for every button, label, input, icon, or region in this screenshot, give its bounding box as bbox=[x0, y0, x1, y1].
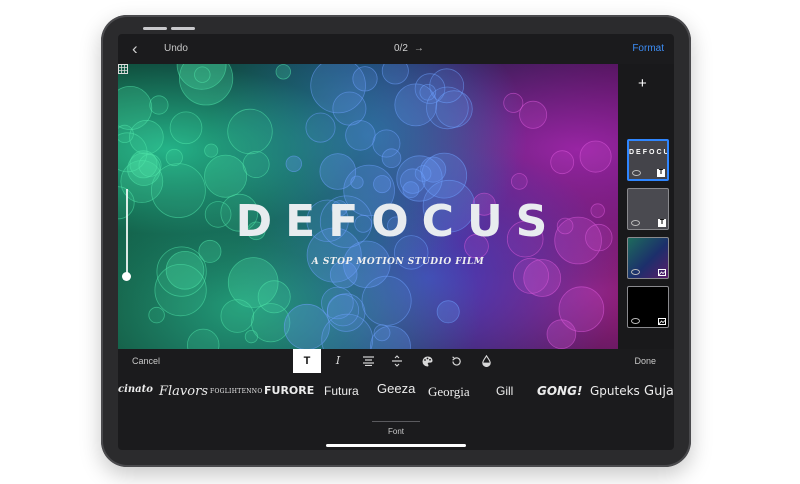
page-indicator: 0/2 → bbox=[394, 43, 424, 54]
font-option-foglihtenno[interactable]: FOGLIHTENNO bbox=[210, 388, 263, 395]
color-tool-button[interactable] bbox=[413, 349, 441, 373]
spacing-tool-button[interactable] bbox=[383, 349, 411, 373]
bokeh-circle bbox=[187, 328, 220, 349]
bokeh-circle bbox=[381, 64, 409, 85]
slide-thumbnail-1[interactable]: DEFOCUS T bbox=[627, 139, 669, 181]
title-text[interactable]: DEFOCUS bbox=[178, 196, 618, 247]
font-option-cinato[interactable]: cinato bbox=[118, 384, 153, 395]
align-center-icon bbox=[362, 356, 374, 367]
app-screen: ‹ Undo 0/2 → Format DEFOCUS A STOP MOTION… bbox=[118, 34, 674, 450]
size-slider-track[interactable] bbox=[126, 189, 128, 279]
bokeh-circle bbox=[503, 92, 524, 113]
bokeh-circle bbox=[275, 64, 292, 80]
device-button bbox=[171, 27, 195, 30]
text-type-icon: T bbox=[658, 219, 666, 227]
bokeh-circle bbox=[519, 100, 548, 129]
top-bar: ‹ Undo 0/2 → Format bbox=[118, 34, 674, 64]
add-slide-button[interactable]: + bbox=[638, 76, 647, 91]
font-option-guja[interactable]: Guja bbox=[644, 384, 674, 399]
bokeh-circle bbox=[326, 294, 360, 327]
italic-tool-button[interactable]: I bbox=[324, 349, 352, 373]
bokeh-circle bbox=[579, 140, 612, 173]
device-button bbox=[143, 27, 167, 30]
eye-icon bbox=[631, 220, 640, 226]
bokeh-circle bbox=[242, 151, 270, 179]
next-arrow-icon[interactable]: → bbox=[414, 43, 424, 54]
palette-icon bbox=[422, 356, 432, 367]
size-slider-knob[interactable] bbox=[122, 272, 131, 281]
font-tool-button[interactable]: T bbox=[293, 349, 321, 373]
font-option-gputeks[interactable]: Gputeks bbox=[590, 384, 640, 398]
text-type-icon: T bbox=[657, 169, 665, 177]
font-option-gong[interactable]: GONG! bbox=[537, 384, 582, 398]
eye-icon bbox=[632, 170, 641, 176]
page-count: 0/2 bbox=[394, 43, 408, 54]
back-chevron-icon[interactable]: ‹ bbox=[132, 40, 138, 58]
bokeh-circle bbox=[420, 156, 447, 183]
bokeh-circle bbox=[436, 300, 460, 324]
font-option-flavors[interactable]: Flavors bbox=[159, 384, 208, 399]
format-button[interactable]: Format bbox=[632, 43, 664, 54]
opacity-tool-button[interactable] bbox=[472, 349, 500, 373]
image-type-icon bbox=[658, 318, 666, 325]
eye-icon bbox=[631, 318, 640, 324]
bokeh-circle bbox=[285, 155, 303, 173]
bokeh-circle bbox=[510, 173, 528, 190]
bokeh-circle bbox=[204, 143, 219, 158]
bokeh-circle bbox=[546, 319, 577, 349]
undo-button[interactable]: Undo bbox=[164, 43, 188, 54]
font-picker: cinato Flavors FOGLIHTENNO FURORE Futura… bbox=[118, 381, 674, 406]
cancel-button[interactable]: Cancel bbox=[132, 356, 160, 366]
align-tool-button[interactable] bbox=[354, 349, 382, 373]
bokeh-circle bbox=[283, 303, 330, 349]
done-button[interactable]: Done bbox=[634, 356, 656, 366]
font-tab-underline bbox=[372, 421, 420, 422]
bokeh-circle bbox=[550, 150, 575, 175]
bokeh-circle bbox=[204, 154, 248, 198]
bokeh-circle bbox=[129, 119, 164, 155]
home-indicator bbox=[326, 444, 466, 447]
slide-thumbnail-2[interactable]: T bbox=[627, 188, 669, 230]
bokeh-circle bbox=[305, 112, 336, 143]
bokeh-circle bbox=[169, 111, 203, 145]
font-option-futura[interactable]: Futura bbox=[324, 384, 359, 398]
line-spacing-icon bbox=[392, 355, 402, 367]
bokeh-circle bbox=[165, 148, 183, 167]
bokeh-circle bbox=[257, 280, 291, 314]
slides-sidebar: + DEFOCUS T T bbox=[618, 64, 674, 349]
subtitle-text[interactable]: A STOP MOTION STUDIO FILM bbox=[178, 257, 618, 267]
font-tab-label[interactable]: Font bbox=[376, 427, 416, 436]
animation-tool-button[interactable] bbox=[442, 349, 470, 373]
rotate-icon bbox=[451, 355, 461, 366]
bokeh-circle bbox=[373, 324, 391, 342]
font-option-geeza[interactable]: Geeza bbox=[377, 381, 415, 396]
bokeh-circle bbox=[332, 91, 367, 126]
thumbnail-title: DEFOCUS bbox=[629, 149, 667, 156]
image-type-icon bbox=[658, 269, 666, 276]
font-option-gill[interactable]: Gill bbox=[496, 384, 513, 398]
font-option-georgia[interactable]: Georgia bbox=[428, 384, 470, 400]
bokeh-circle bbox=[372, 129, 401, 158]
font-option-furore[interactable]: FURORE bbox=[264, 384, 314, 397]
text-edit-toolbar: Cancel T I Done bbox=[118, 349, 674, 377]
title-canvas[interactable]: DEFOCUS A STOP MOTION STUDIO FILM bbox=[118, 64, 618, 349]
bokeh-circle bbox=[148, 306, 165, 324]
grid-icon[interactable] bbox=[118, 64, 128, 74]
drop-icon bbox=[481, 354, 491, 368]
bokeh-circle bbox=[149, 95, 169, 115]
bokeh-circle bbox=[394, 83, 438, 127]
bokeh-circle bbox=[227, 108, 273, 155]
slide-thumbnail-3[interactable] bbox=[627, 237, 669, 279]
eye-icon bbox=[631, 269, 640, 275]
slide-thumbnail-4[interactable] bbox=[627, 286, 669, 328]
